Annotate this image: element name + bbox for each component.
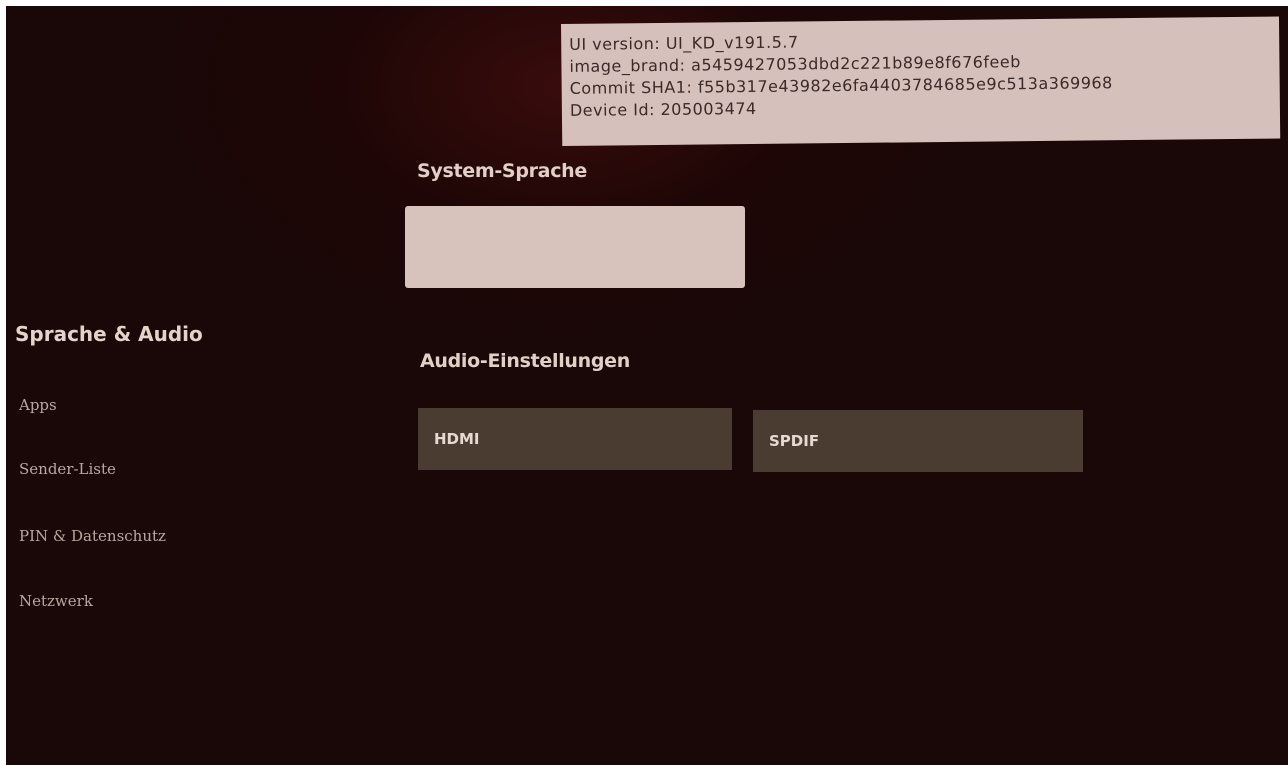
spdif-button[interactable]: SPDIF	[753, 410, 1083, 472]
sidebar-item-channel-list[interactable]: Sender-Liste	[19, 460, 116, 478]
sidebar-item-pin-privacy[interactable]: PIN & Datenschutz	[19, 527, 166, 545]
tv-settings-screen: UI version: UI_KD_v191.5.7 image_brand: …	[6, 6, 1288, 765]
audio-settings-title: Audio-Einstellungen	[420, 350, 630, 372]
sidebar-item-network[interactable]: Netzwerk	[19, 592, 93, 610]
sidebar-item-language-audio[interactable]: Sprache & Audio	[15, 322, 203, 346]
system-language-title: System-Sprache	[417, 160, 587, 182]
build-info-box: UI version: UI_KD_v191.5.7 image_brand: …	[561, 16, 1281, 146]
sidebar-item-apps[interactable]: Apps	[19, 396, 57, 414]
system-language-selector[interactable]	[405, 206, 745, 288]
hdmi-button[interactable]: HDMI	[418, 408, 732, 470]
